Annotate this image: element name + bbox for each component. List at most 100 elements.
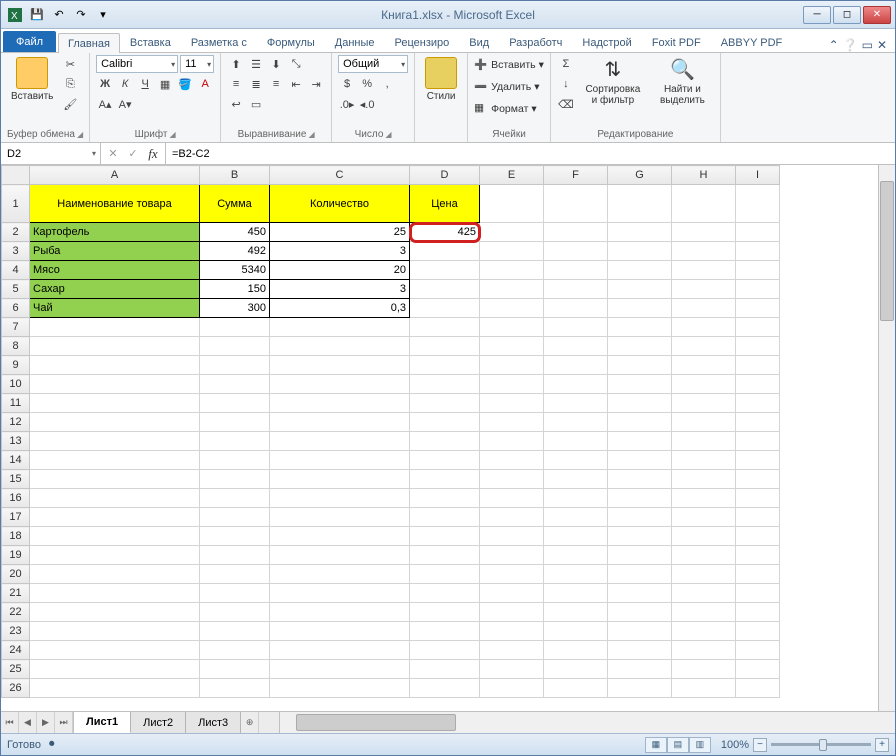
shrink-font-button[interactable]: A▾ [116,95,134,113]
row-header-19[interactable]: 19 [2,546,30,565]
font-name-combo[interactable]: Calibri [96,55,178,73]
cell[interactable] [672,318,736,337]
enter-formula-button[interactable]: ✓ [125,147,141,160]
cell[interactable] [544,641,608,660]
cell[interactable] [544,565,608,584]
formula-input[interactable]: =B2-C2 [166,143,895,164]
cell[interactable]: 3 [270,242,410,261]
align-right-button[interactable]: ≡ [267,75,285,93]
row-header-13[interactable]: 13 [2,432,30,451]
cell[interactable] [30,489,200,508]
tab-file[interactable]: Файл [3,31,56,52]
cell[interactable] [672,508,736,527]
cell[interactable] [410,508,480,527]
cell[interactable] [544,470,608,489]
sheet-tab-лист1[interactable]: Лист1 [74,712,131,733]
cell[interactable] [270,375,410,394]
cell[interactable] [672,565,736,584]
underline-button[interactable]: Ч [136,75,154,93]
cell[interactable] [200,584,270,603]
cell[interactable] [30,318,200,337]
minimize-button[interactable]: ─ [803,6,831,24]
number-dialog-launcher[interactable]: ◢ [385,130,391,139]
cell[interactable] [736,565,780,584]
row-header-18[interactable]: 18 [2,527,30,546]
cell[interactable] [410,470,480,489]
align-bottom-button[interactable]: ⬇ [267,55,285,73]
copy-icon[interactable]: ⎘ [61,75,79,93]
cut-icon[interactable]: ✂ [61,55,79,73]
row-header-11[interactable]: 11 [2,394,30,413]
cell[interactable] [672,546,736,565]
cell[interactable] [672,413,736,432]
cell[interactable] [410,527,480,546]
cell[interactable] [672,603,736,622]
merge-button[interactable]: ▭ [247,95,265,113]
cell[interactable] [544,318,608,337]
row-header-23[interactable]: 23 [2,622,30,641]
cell[interactable] [544,223,608,242]
insert-cells-button[interactable]: ➕Вставить ▾ [474,55,544,75]
row-header-17[interactable]: 17 [2,508,30,527]
ribbon-opts-icon[interactable]: ▭ [862,38,873,52]
cell[interactable] [736,584,780,603]
inc-decimal-button[interactable]: .0▸ [338,95,356,113]
col-header-G[interactable]: G [608,166,672,185]
italic-button[interactable]: К [116,75,134,93]
cell[interactable] [608,356,672,375]
cell[interactable]: Сахар [30,280,200,299]
orientation-button[interactable]: ⤡ [287,55,305,73]
cell[interactable] [672,375,736,394]
row-header-20[interactable]: 20 [2,565,30,584]
tab-вставка[interactable]: Вставка [120,32,181,52]
fx-button[interactable]: fx [145,146,161,162]
cell[interactable] [608,185,672,223]
format-cells-button[interactable]: ▦Формат ▾ [474,99,544,119]
cell[interactable]: 5340 [200,261,270,280]
cell[interactable] [672,679,736,698]
zoom-knob[interactable] [819,739,827,751]
cell[interactable] [544,280,608,299]
cell[interactable] [30,565,200,584]
tab-разработч[interactable]: Разработч [499,32,572,52]
cell[interactable] [736,318,780,337]
cell[interactable] [30,451,200,470]
cell[interactable] [736,546,780,565]
row-header-24[interactable]: 24 [2,641,30,660]
find-select-button[interactable]: 🔍 Найти и выделить [651,55,714,108]
zoom-slider[interactable] [771,743,871,746]
cell[interactable] [736,356,780,375]
row-header-8[interactable]: 8 [2,337,30,356]
cell[interactable] [736,223,780,242]
cell[interactable] [608,337,672,356]
zoom-level[interactable]: 100% [721,739,749,751]
cell[interactable] [410,356,480,375]
cell[interactable] [270,337,410,356]
cell[interactable] [200,660,270,679]
percent-button[interactable]: % [358,75,376,93]
currency-button[interactable]: $ [338,75,356,93]
cell[interactable] [480,413,544,432]
cell[interactable] [480,584,544,603]
cell[interactable] [544,261,608,280]
row-header-9[interactable]: 9 [2,356,30,375]
cell[interactable] [480,318,544,337]
font-color-button[interactable]: A [196,75,214,93]
tab-надстрой[interactable]: Надстрой [572,32,641,52]
cell[interactable] [410,413,480,432]
row-header-15[interactable]: 15 [2,470,30,489]
cell[interactable]: 3 [270,280,410,299]
cell[interactable]: Чай [30,299,200,318]
row-header-7[interactable]: 7 [2,318,30,337]
indent-dec-button[interactable]: ⇤ [287,75,305,93]
cell[interactable] [672,299,736,318]
cell[interactable] [544,451,608,470]
col-header-D[interactable]: D [410,166,480,185]
cell[interactable] [672,660,736,679]
cell[interactable] [736,261,780,280]
cell[interactable] [270,470,410,489]
cell[interactable] [410,641,480,660]
tab-данные[interactable]: Данные [325,32,385,52]
cell[interactable] [608,299,672,318]
cell[interactable] [30,375,200,394]
